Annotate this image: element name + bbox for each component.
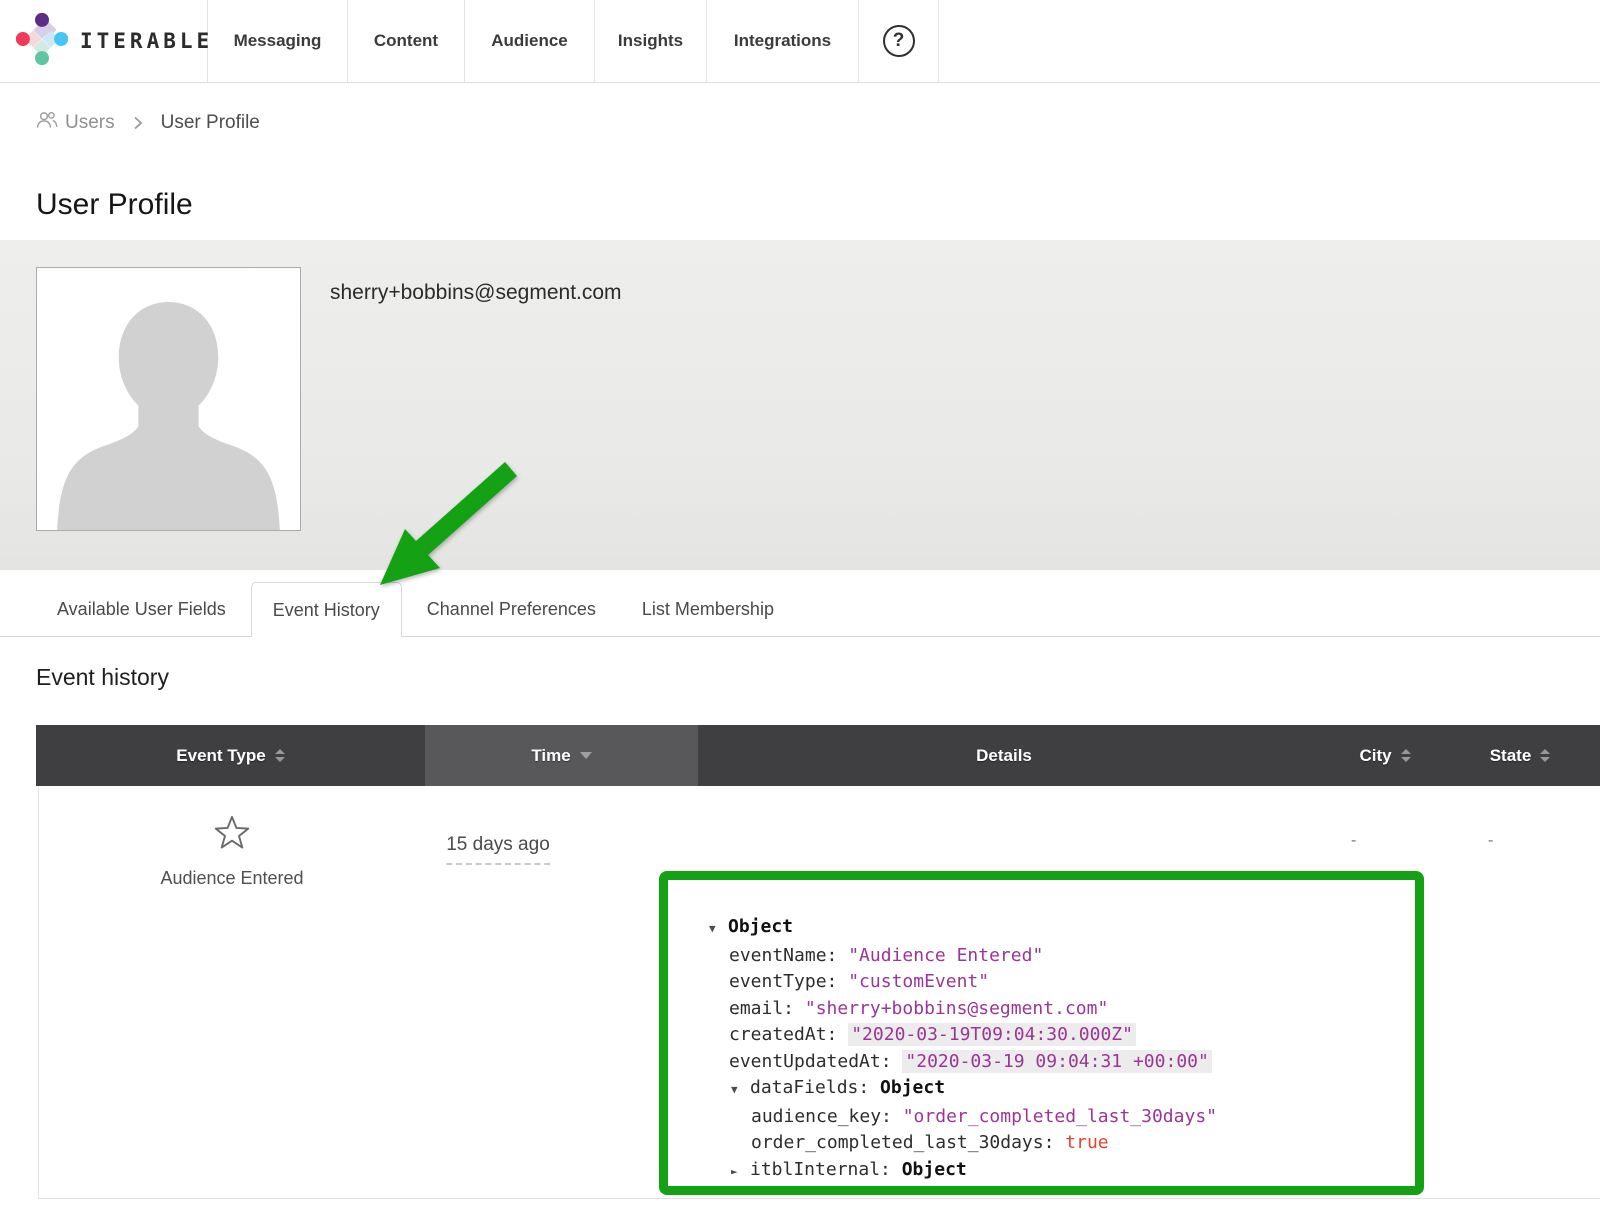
event-type-cell: Audience Entered — [160, 868, 303, 889]
tab-event-history[interactable]: Event History — [251, 582, 402, 637]
json-line-datafields: ▼dataFields: Object — [709, 1075, 1405, 1104]
json-line-audience-key: audience_key: "order_completed_last_30da… — [709, 1104, 1405, 1131]
help-button[interactable]: ? — [859, 0, 939, 82]
json-line-email: email: "sherry+bobbins@segment.com" — [709, 996, 1405, 1023]
column-header-event-type[interactable]: Event Type — [36, 725, 425, 786]
breadcrumb-chevron-icon — [133, 115, 143, 131]
section-heading: Event history — [36, 664, 169, 691]
collapse-triangle-icon[interactable]: ▼ — [731, 1077, 750, 1104]
brand-logo[interactable]: ITERABLE — [0, 0, 208, 82]
table-header: Event Type Time Details City State — [36, 725, 1600, 786]
user-email: sherry+bobbins@segment.com — [330, 281, 622, 305]
app-window: ITERABLE Messaging Content Audience Insi… — [0, 0, 1600, 1219]
users-icon — [36, 110, 58, 136]
nav-item-messaging[interactable]: Messaging — [208, 0, 348, 82]
sort-icon — [1540, 749, 1550, 762]
tab-list-membership[interactable]: List Membership — [621, 582, 795, 636]
breadcrumb: Users User Profile — [36, 110, 260, 136]
collapse-triangle-icon[interactable]: ▼ — [709, 916, 728, 943]
column-header-spacer — [1570, 725, 1600, 786]
json-line-eventupdatedat: eventUpdatedAt: "2020-03-19 09:04:31 +00… — [709, 1049, 1405, 1076]
top-nav: ITERABLE Messaging Content Audience Insi… — [0, 0, 1600, 83]
tab-channel-preferences[interactable]: Channel Preferences — [406, 582, 617, 636]
help-icon: ? — [883, 25, 915, 57]
nav-item-insights[interactable]: Insights — [595, 0, 707, 82]
nav-item-integrations[interactable]: Integrations — [707, 0, 859, 82]
column-header-state[interactable]: State — [1430, 725, 1570, 786]
star-icon — [211, 841, 253, 858]
json-line-eventname: eventName: "Audience Entered" — [709, 943, 1405, 970]
json-line-eventtype: eventType: "customEvent" — [709, 969, 1405, 996]
avatar-placeholder-image — [36, 267, 301, 531]
nav-item-content[interactable]: Content — [348, 0, 465, 82]
expand-triangle-icon[interactable]: ► — [731, 1159, 750, 1186]
sort-desc-icon — [580, 752, 592, 759]
time-cell[interactable]: 15 days ago — [446, 834, 550, 865]
nav-item-audience[interactable]: Audience — [465, 0, 595, 82]
column-header-time[interactable]: Time — [425, 725, 698, 786]
state-cell: - — [1488, 832, 1493, 850]
json-line-itblinternal: ►itblInternal: Object — [709, 1157, 1405, 1186]
json-line-root: ▼Object — [709, 914, 1405, 943]
brand-wordmark: ITERABLE — [80, 29, 213, 53]
json-line-createdat: createdAt: "2020-03-19T09:04:30.000Z" — [709, 1022, 1405, 1049]
profile-tabbar: Available User Fields Event History Chan… — [0, 570, 1600, 637]
city-cell: - — [1351, 832, 1356, 850]
sort-icon — [1401, 749, 1411, 762]
column-header-details: Details — [698, 725, 1310, 786]
page-title: User Profile — [36, 188, 193, 222]
json-line-order-completed: order_completed_last_30days: true — [709, 1130, 1405, 1157]
iterable-logo-icon — [14, 11, 70, 72]
profile-hero: sherry+bobbins@segment.com — [0, 240, 1600, 570]
breadcrumb-users-link[interactable]: Users — [36, 110, 115, 136]
favorite-star-button[interactable] — [194, 812, 270, 859]
tab-available-user-fields[interactable]: Available User Fields — [36, 582, 247, 636]
event-history-table: Event Type Time Details City State — [0, 725, 1600, 1199]
annotation-box-details-json: ▼Object eventName: "Audience Entered" ev… — [659, 871, 1424, 1195]
sort-icon — [275, 749, 285, 762]
table-row: Audience Entered 15 days ago - - ▼Object… — [38, 786, 1600, 1199]
breadcrumb-current: User Profile — [161, 112, 260, 134]
column-header-city[interactable]: City — [1310, 725, 1430, 786]
